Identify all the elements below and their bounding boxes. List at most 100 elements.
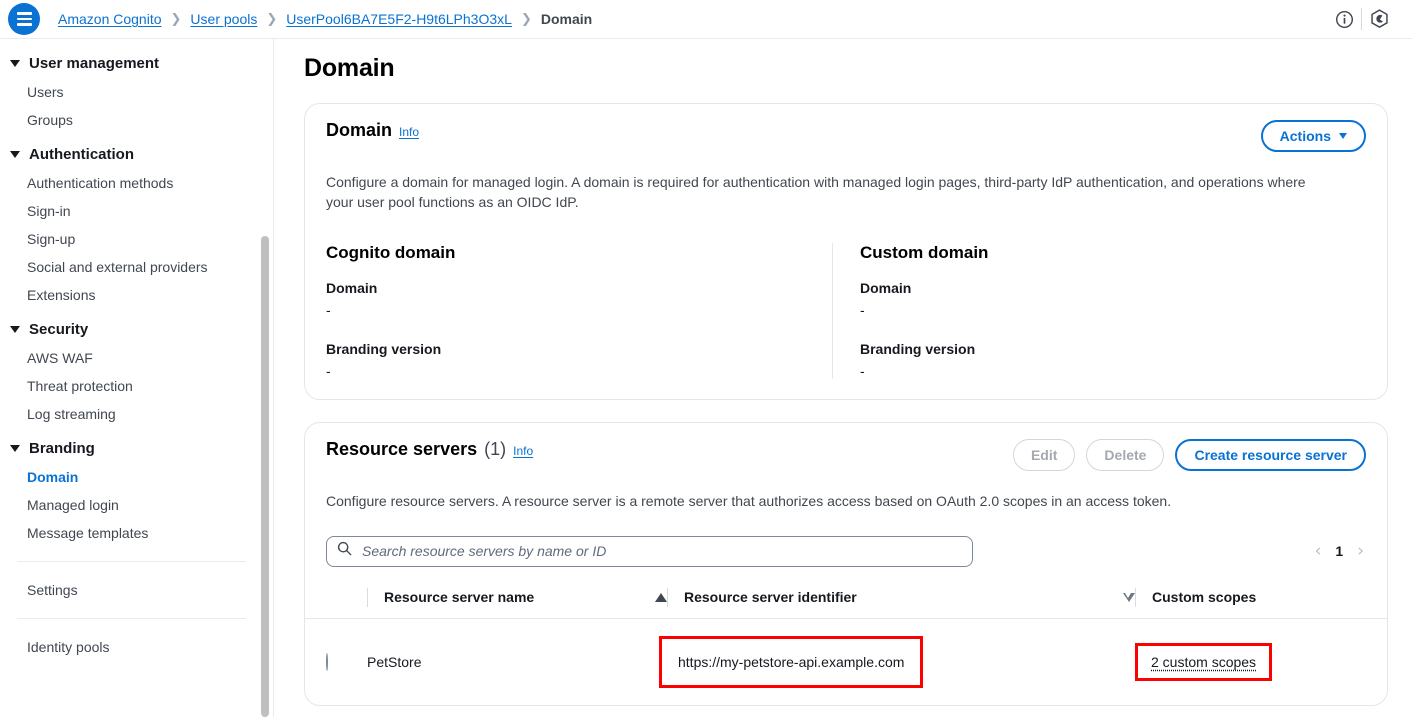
- highlight-box-custom-scopes: 2 custom scopes: [1135, 642, 1273, 681]
- resource-servers-toolbar: ‹ 1 ›: [305, 525, 1387, 567]
- th-resource-server-name[interactable]: Resource server name: [367, 578, 667, 619]
- breadcrumb-item-user-pools[interactable]: User pools: [190, 11, 257, 27]
- search-resource-servers-box[interactable]: [326, 535, 973, 567]
- column-divider: [667, 587, 668, 607]
- sidebar-item-message-templates[interactable]: Message templates: [0, 519, 273, 547]
- th-resource-server-identifier[interactable]: Resource server identifier: [667, 578, 1135, 619]
- domain-info-link[interactable]: Info: [399, 125, 419, 139]
- sidebar-item-log-streaming[interactable]: Log streaming: [0, 400, 273, 428]
- breadcrumb-item-amazon-cognito[interactable]: Amazon Cognito: [58, 11, 162, 27]
- hamburger-bar: [16, 12, 32, 15]
- search-icon: [337, 541, 352, 561]
- resource-servers-table: Resource server name Resource server ide…: [305, 578, 1387, 705]
- actions-button[interactable]: Actions: [1260, 120, 1366, 152]
- triangle-down-outline-icon: [1123, 592, 1135, 602]
- sidebar-navigation: User management Users Groups Authenticat…: [0, 39, 274, 717]
- th-label: Resource server identifier: [684, 589, 857, 606]
- sidebar-item-managed-login[interactable]: Managed login: [0, 491, 273, 519]
- search-input[interactable]: [360, 542, 962, 561]
- menu-hamburger-icon[interactable]: [8, 3, 40, 35]
- cell-resource-server-name: PetStore: [367, 653, 422, 670]
- custom-domain-label: Domain: [860, 279, 912, 296]
- resource-servers-title-group: Resource servers (1) Info: [326, 439, 533, 460]
- sort-ascending-icon[interactable]: [655, 592, 667, 602]
- sidebar-item-authentication-methods[interactable]: Authentication methods: [0, 169, 273, 197]
- sidebar-nav-list: User management Users Groups Authenticat…: [0, 39, 273, 661]
- sidebar-item-users[interactable]: Users: [0, 78, 273, 106]
- cell-custom-scopes: 2 custom scopes: [1135, 618, 1387, 705]
- sidebar-group-authentication[interactable]: Authentication: [0, 140, 273, 169]
- chevron-down-icon: [10, 326, 20, 333]
- edit-button[interactable]: Edit: [1012, 438, 1076, 471]
- custom-domain-value: -: [860, 301, 865, 318]
- sidebar-item-groups[interactable]: Groups: [0, 106, 273, 134]
- pagination-page-1[interactable]: 1: [1335, 543, 1343, 559]
- custom-domain-heading: Custom domain: [860, 242, 989, 262]
- top-bar-actions: [1327, 2, 1412, 36]
- sidebar-item-domain[interactable]: Domain: [0, 463, 273, 491]
- sidebar-item-social-and-external-providers[interactable]: Social and external providers: [0, 253, 273, 281]
- resource-servers-info-link[interactable]: Info: [513, 444, 533, 458]
- settings-hexagon-icon[interactable]: [1362, 2, 1396, 36]
- chevron-down-icon: [10, 151, 20, 158]
- breadcrumb-separator-icon: ❯: [266, 11, 278, 27]
- sidebar-item-sign-in[interactable]: Sign-in: [0, 197, 273, 225]
- pagination-next-icon[interactable]: ›: [1357, 542, 1364, 560]
- th-select: [305, 578, 367, 619]
- table-header-row: Resource server name Resource server ide…: [305, 578, 1387, 619]
- domain-columns: Cognito domain Domain - Branding version…: [305, 227, 1387, 399]
- breadcrumb-item-user-pool-id[interactable]: UserPool6BA7E5F2-H9t6LPh3O3xL: [286, 11, 512, 27]
- cognito-domain-label: Domain: [326, 279, 378, 296]
- custom-scopes-link[interactable]: 2 custom scopes: [1151, 654, 1256, 670]
- sidebar-group-label: Security: [29, 321, 89, 338]
- sidebar-item-aws-waf[interactable]: AWS WAF: [0, 344, 273, 372]
- table-row[interactable]: PetStore https://my-petstore-api.example…: [305, 618, 1387, 705]
- sidebar-scrollbar-track[interactable]: [261, 39, 269, 717]
- chevron-down-icon: [1339, 133, 1347, 139]
- th-label: Custom scopes: [1152, 589, 1257, 606]
- custom-branding-label: Branding version: [860, 340, 976, 357]
- sort-descending-icon[interactable]: [1123, 592, 1135, 602]
- domain-card: Domain Info Actions Configure a domain f…: [304, 103, 1388, 400]
- breadcrumb-separator-icon: ❯: [170, 11, 182, 27]
- info-circle-icon[interactable]: [1327, 2, 1361, 36]
- highlight-box-identifier: https://my-petstore-api.example.com: [659, 635, 924, 688]
- sidebar-group-label: Authentication: [29, 146, 134, 163]
- sidebar-item-settings[interactable]: Settings: [0, 576, 273, 604]
- cell-resource-server-identifier: https://my-petstore-api.example.com: [659, 618, 1135, 705]
- domain-card-header: Domain Info Actions: [305, 104, 1387, 152]
- pagination-prev-icon[interactable]: ‹: [1315, 542, 1322, 560]
- chevron-down-icon: [10, 445, 20, 452]
- breadcrumb-separator-icon: ❯: [520, 11, 532, 27]
- sidebar-group-security[interactable]: Security: [0, 315, 273, 344]
- resource-servers-count: (1): [484, 438, 507, 459]
- th-label: Resource server name: [384, 589, 535, 606]
- cognito-domain-column: Cognito domain Domain - Branding version…: [326, 243, 832, 379]
- sidebar-group-user-management[interactable]: User management: [0, 49, 273, 78]
- triangle-up-icon: [655, 592, 667, 602]
- pagination: ‹ 1 ›: [1315, 542, 1366, 560]
- cognito-domain-value: -: [326, 301, 331, 318]
- sidebar-divider: [17, 561, 246, 562]
- hamburger-bar: [16, 23, 32, 26]
- sidebar-item-threat-protection[interactable]: Threat protection: [0, 372, 273, 400]
- top-navigation-bar: Amazon Cognito ❯ User pools ❯ UserPool6B…: [0, 0, 1412, 39]
- actions-button-label: Actions: [1279, 128, 1331, 144]
- sidebar-group-branding[interactable]: Branding: [0, 434, 273, 463]
- page-title: Domain: [304, 54, 395, 82]
- sidebar-item-sign-up[interactable]: Sign-up: [0, 225, 273, 253]
- resource-servers-header: Resource servers (1) Info Edit Delete Cr…: [305, 423, 1387, 471]
- sidebar-item-identity-pools[interactable]: Identity pools: [0, 633, 273, 661]
- sidebar-item-extensions[interactable]: Extensions: [0, 281, 273, 309]
- sidebar-divider: [17, 618, 246, 619]
- row-select-cell: [305, 618, 367, 705]
- sidebar-scrollbar-thumb[interactable]: [261, 236, 269, 717]
- create-resource-server-button[interactable]: Create resource server: [1175, 438, 1366, 471]
- th-custom-scopes[interactable]: Custom scopes: [1135, 578, 1387, 619]
- row-radio-button[interactable]: [326, 652, 328, 671]
- table-header: Resource server name Resource server ide…: [305, 578, 1387, 619]
- delete-button[interactable]: Delete: [1086, 438, 1165, 471]
- column-divider: [1135, 587, 1136, 607]
- cognito-domain-heading: Cognito domain: [326, 242, 456, 262]
- resource-servers-title: Resource servers: [326, 438, 478, 459]
